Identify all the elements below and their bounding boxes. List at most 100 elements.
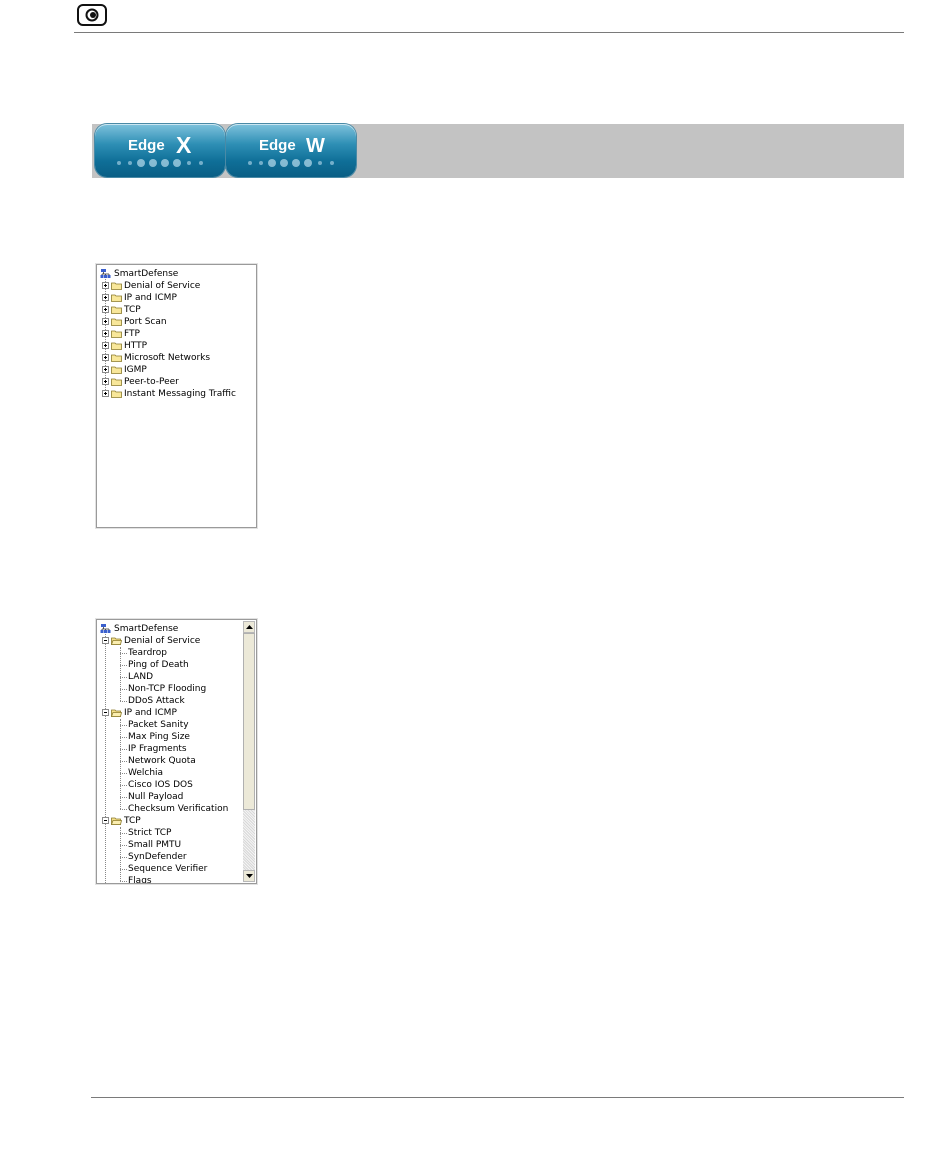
expand-icon[interactable] — [102, 318, 109, 325]
tree-connector-line — [120, 677, 127, 678]
tree-connector-line — [120, 809, 127, 810]
expand-icon[interactable] — [102, 366, 109, 373]
tree-connector-line — [120, 773, 127, 774]
tree-folder-label: Microsoft Networks — [124, 353, 211, 363]
tree-folder-label: Instant Messaging Traffic — [124, 389, 236, 399]
dots-decoration — [117, 159, 207, 167]
page-header — [74, 0, 904, 33]
expand-icon[interactable] — [102, 378, 109, 385]
folder-open-icon — [111, 709, 122, 717]
tree-leaf-label: Small PMTU — [128, 840, 182, 850]
arrow-up-icon — [246, 625, 253, 629]
tree-leaf-label: IP Fragments — [128, 744, 187, 754]
tree-folder-label: FTP — [124, 329, 140, 339]
tree-leaf-label: Ping of Death — [128, 660, 189, 670]
tree-leaf-label: LAND — [128, 672, 154, 682]
tree-connector-line — [120, 857, 127, 858]
expand-icon[interactable] — [102, 354, 109, 361]
tree-folder-label: Peer-to-Peer — [124, 377, 179, 387]
expand-icon[interactable] — [102, 294, 109, 301]
tree-connector-line — [120, 785, 127, 786]
folder-icon — [111, 294, 122, 302]
vertical-scrollbar[interactable] — [243, 621, 255, 882]
tree-folder-label: Port Scan — [124, 317, 167, 327]
folder-open-icon — [111, 817, 122, 825]
arrow-down-icon — [246, 874, 253, 878]
tree-folder-label: Denial of Service — [124, 636, 201, 646]
tree-expanded-panel[interactable]: SmartDefense Denial of Service Teardrop Pi… — [96, 619, 257, 884]
tree-connector-line — [120, 797, 127, 798]
folder-icon — [111, 390, 122, 398]
tree-connector-line — [120, 881, 127, 882]
tree-connector-line — [120, 647, 121, 701]
tree-folder-label: HTTP — [124, 341, 148, 351]
folder-icon — [111, 342, 122, 350]
folder-open-icon — [111, 637, 122, 645]
tree-collapsed-panel[interactable]: SmartDefense Denial of Service IP and ICM… — [96, 264, 257, 528]
tree-connector-line — [120, 701, 127, 702]
tree-connector-line — [120, 653, 127, 654]
tree-connector-line — [120, 737, 127, 738]
folder-icon — [111, 306, 122, 314]
tree-leaf-label: Null Payload — [128, 792, 184, 802]
collapse-icon[interactable] — [102, 817, 109, 824]
tree-connector-line — [120, 845, 127, 846]
expand-icon[interactable] — [102, 390, 109, 397]
tree-leaf-label: Cisco IOS DOS — [128, 780, 193, 790]
folder-icon — [111, 330, 122, 338]
tree-leaf-label: Checksum Verification — [128, 804, 229, 814]
scroll-down-button[interactable] — [243, 870, 255, 882]
tree-connector-line — [120, 689, 127, 690]
tree-leaf-label: DDoS Attack — [128, 696, 185, 706]
tree-connector-line — [120, 665, 127, 666]
collapse-icon[interactable] — [102, 637, 109, 644]
edge-w-word: Edge — [259, 137, 296, 154]
folder-icon — [111, 318, 122, 326]
footer-rule — [91, 1097, 904, 1098]
scroll-up-button[interactable] — [243, 621, 255, 633]
expand-icon[interactable] — [102, 282, 109, 289]
tree-folder-label: IP and ICMP — [124, 293, 177, 303]
folder-icon — [111, 366, 122, 374]
edge-w-button[interactable]: Edge W — [226, 124, 356, 177]
expand-icon[interactable] — [102, 342, 109, 349]
collapse-icon[interactable] — [102, 709, 109, 716]
folder-icon — [111, 282, 122, 290]
circle-dot-logo-icon — [77, 4, 107, 26]
edge-x-letter: X — [176, 132, 192, 158]
dots-decoration — [248, 159, 338, 167]
tree-connector-line — [105, 632, 106, 883]
folder-icon — [111, 378, 122, 386]
network-tree-icon — [100, 624, 111, 633]
scroll-thumb[interactable] — [243, 633, 255, 810]
tree-folder-label: IP and ICMP — [124, 708, 177, 718]
tree-root-label: SmartDefense — [114, 624, 179, 634]
tree-leaf-label: SynDefender — [128, 852, 187, 862]
folder-icon — [111, 354, 122, 362]
tree-leaf-label: Sequence Verifier — [128, 864, 208, 874]
tree-leaf-label: Strict TCP — [128, 828, 172, 838]
tree-leaf-label: Network Quota — [128, 756, 196, 766]
expand-icon[interactable] — [102, 306, 109, 313]
edge-x-button[interactable]: Edge X — [95, 124, 225, 177]
tree-leaf-label: Welchia — [128, 768, 164, 778]
tree-folder-label: TCP — [124, 816, 141, 826]
tree-folder-label: IGMP — [124, 365, 147, 375]
tree-connector-line — [120, 725, 127, 726]
tree-leaf-label: Teardrop — [128, 648, 167, 658]
tree-leaf-label: Flags — [128, 876, 152, 884]
expand-icon[interactable] — [102, 330, 109, 337]
tree-leaf-label: Packet Sanity — [128, 720, 189, 730]
tree-folder-label: TCP — [124, 305, 141, 315]
tree-root-label: SmartDefense — [114, 269, 179, 279]
tree-leaf-label: Max Ping Size — [128, 732, 190, 742]
tree-connector-line — [120, 761, 127, 762]
tree-connector-line — [120, 833, 127, 834]
tree-connector-line — [120, 869, 127, 870]
network-tree-icon — [100, 269, 111, 278]
edge-w-letter: W — [306, 135, 325, 157]
tree-leaf-label: Non-TCP Flooding — [128, 684, 207, 694]
tree-connector-line — [120, 827, 121, 881]
tree-connector-line — [120, 719, 121, 809]
edge-banner: Edge X Edge W — [92, 124, 904, 178]
